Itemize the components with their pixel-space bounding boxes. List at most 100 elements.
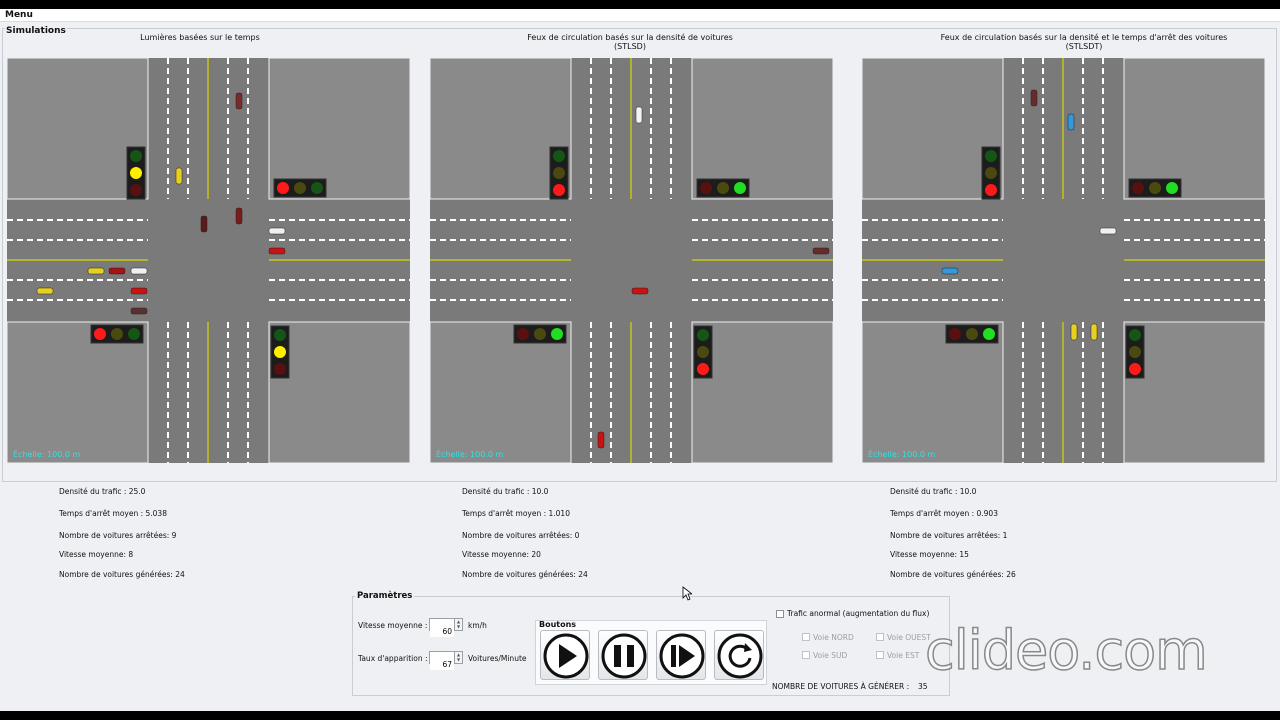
traffic-light-sw <box>90 324 144 344</box>
speed-input[interactable] <box>430 626 454 637</box>
stat-avg-speed: Vitesse moyenne: 8 <box>59 550 134 559</box>
car <box>200 215 208 233</box>
scale-label: Échelle: 100.0 m <box>868 448 935 459</box>
car <box>635 106 643 124</box>
intersection-canvas-stlsd: Échelle: 100.0 m <box>429 57 834 464</box>
car <box>87 267 105 275</box>
pause-icon <box>601 633 647 679</box>
pause-button[interactable] <box>598 630 648 680</box>
spinner-down-icon[interactable]: ▼ <box>455 657 462 662</box>
car <box>108 267 126 275</box>
play-button[interactable] <box>540 630 590 680</box>
lane-south-checkbox[interactable] <box>802 651 810 659</box>
car <box>175 167 183 185</box>
rate-unit: Voitures/Minute <box>468 654 527 663</box>
car <box>1067 113 1075 131</box>
lane-west-checkbox[interactable] <box>876 633 884 641</box>
intersection-canvas-time: Échelle: 100.0 m <box>6 57 411 464</box>
intersection-map: Échelle: 100.0 m <box>429 57 834 464</box>
block <box>268 57 411 200</box>
traffic-light-nw <box>981 146 1001 200</box>
block <box>1123 57 1266 200</box>
restart-button[interactable] <box>714 630 764 680</box>
block <box>1123 321 1266 464</box>
stat-avg-speed: Vitesse moyenne: 20 <box>462 550 541 559</box>
traffic-light-sw <box>513 324 567 344</box>
traffic-light-ne <box>696 178 750 198</box>
lane-north-label: Voie NORD <box>813 633 854 642</box>
car <box>941 267 959 275</box>
speed-label: Vitesse moyenne : <box>358 621 428 630</box>
intersection-map: Échelle: 100.0 m <box>861 57 1266 464</box>
car <box>597 431 605 449</box>
parameters-legend: Paramètres <box>355 591 415 601</box>
stat-stopped: Nombre de voitures arrêtées: 1 <box>890 531 1008 540</box>
stat-generated: Nombre de voitures générées: 26 <box>890 570 1016 579</box>
sim-title-time: Lumières basées sur le temps <box>140 33 260 42</box>
block <box>691 57 834 200</box>
cars-to-generate-label: NOMBRE DE VOITURES À GÉNÉRER : <box>772 682 910 691</box>
spinner-down-icon[interactable]: ▼ <box>455 624 462 629</box>
block <box>268 321 411 464</box>
car <box>812 247 830 255</box>
car <box>235 92 243 110</box>
stat-avg-stop: Temps d'arrêt moyen : 5.038 <box>59 509 167 518</box>
simulations-legend: Simulations <box>5 26 67 36</box>
rate-spinner[interactable]: ▲▼ <box>429 651 463 670</box>
traffic-light-se <box>693 325 713 379</box>
traffic-light-nw <box>549 146 569 200</box>
rate-label: Taux d'apparition : <box>358 654 428 663</box>
restart-icon <box>717 633 763 679</box>
lane-east-label: Voie EST <box>887 651 920 660</box>
car <box>268 227 286 235</box>
lane-east-checkbox[interactable] <box>876 651 884 659</box>
stat-generated: Nombre de voitures générées: 24 <box>59 570 185 579</box>
stat-stopped: Nombre de voitures arrêtées: 9 <box>59 531 177 540</box>
menu-bar: Menu <box>0 9 1280 22</box>
sim-title-stlsdt: Feux de circulation basés sur la densité… <box>940 33 1228 51</box>
app-window: Menu Simulations Lumières basées sur le … <box>0 9 1280 711</box>
lane-south-label: Voie SUD <box>813 651 848 660</box>
traffic-light-ne <box>273 178 327 198</box>
step-forward-button[interactable] <box>656 630 706 680</box>
spinner-arrows[interactable]: ▲ ▼ <box>454 619 462 630</box>
car <box>268 247 286 255</box>
car <box>1090 323 1098 341</box>
stat-generated: Nombre de voitures générées: 24 <box>462 570 588 579</box>
car <box>130 307 148 315</box>
menu-item[interactable]: Menu <box>5 10 33 20</box>
scale-label: Échelle: 100.0 m <box>436 448 503 459</box>
watermark: clideo.com <box>924 618 1208 683</box>
mouse-cursor-icon <box>682 586 692 601</box>
car <box>1070 323 1078 341</box>
abnormal-traffic-checkbox[interactable] <box>776 610 784 618</box>
play-icon <box>543 633 589 679</box>
traffic-light-nw <box>126 146 146 200</box>
stat-density: Densité du trafic : 10.0 <box>890 487 977 496</box>
stat-density: Densité du trafic : 10.0 <box>462 487 549 496</box>
car <box>631 287 649 295</box>
intersection-map: Échelle: 100.0 m <box>6 57 411 464</box>
car <box>1030 89 1038 107</box>
stat-avg-speed: Vitesse moyenne: 15 <box>890 550 969 559</box>
car <box>130 287 148 295</box>
speed-spinner[interactable]: ▲▼ <box>429 618 463 637</box>
traffic-light-se <box>1125 325 1145 379</box>
block <box>691 321 834 464</box>
traffic-light-ne <box>1128 178 1182 198</box>
car <box>130 267 148 275</box>
traffic-light-sw <box>945 324 999 344</box>
buttons-legend: Boutons <box>539 620 577 629</box>
scale-label: Échelle: 100.0 m <box>13 448 80 459</box>
abnormal-traffic-label: Trafic anormal (augmentation du flux) <box>787 609 930 618</box>
stat-avg-stop: Temps d'arrêt moyen : 0.903 <box>890 509 998 518</box>
lane-north-checkbox[interactable] <box>802 633 810 641</box>
car <box>235 207 243 225</box>
rate-input[interactable] <box>430 659 454 670</box>
step-forward-icon <box>659 633 705 679</box>
traffic-light-se <box>270 325 290 379</box>
intersection-canvas-stlsdt: Échelle: 100.0 m <box>861 57 1266 464</box>
spinner-arrows[interactable]: ▲ ▼ <box>454 652 462 663</box>
stat-density: Densité du trafic : 25.0 <box>59 487 146 496</box>
car <box>36 287 54 295</box>
